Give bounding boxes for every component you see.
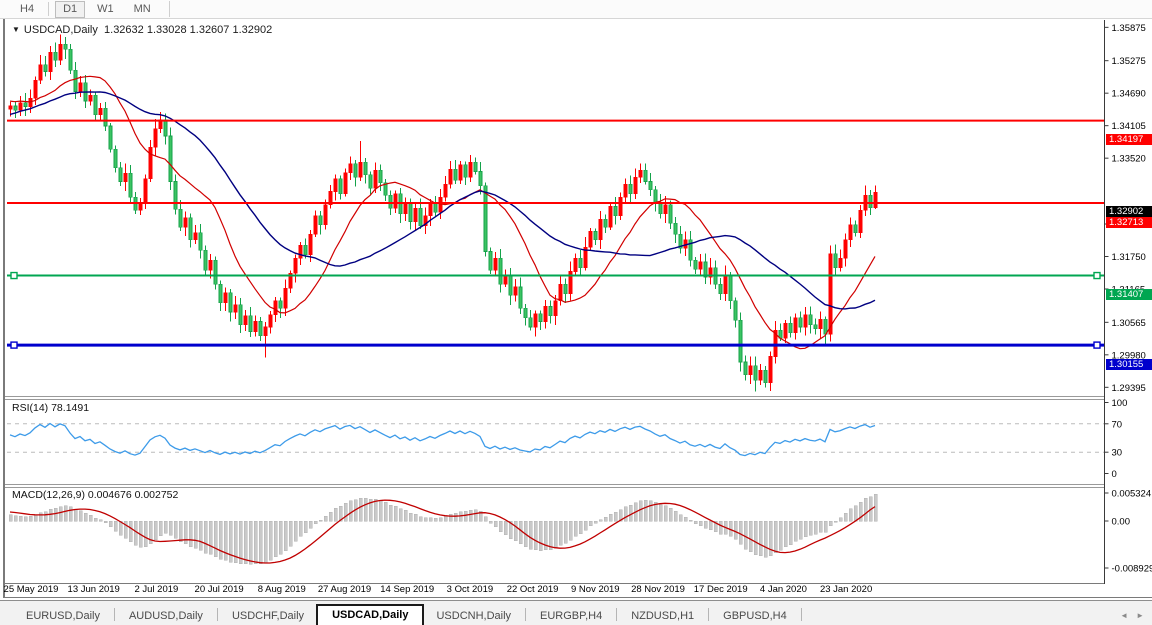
svg-text:1.35875: 1.35875 xyxy=(1112,23,1146,34)
svg-text:1.34105: 1.34105 xyxy=(1112,121,1146,132)
svg-text:1.30565: 1.30565 xyxy=(1112,318,1146,329)
svg-text:30: 30 xyxy=(1112,448,1123,459)
svg-text:8 Aug 2019: 8 Aug 2019 xyxy=(258,584,306,595)
svg-text:17 Dec 2019: 17 Dec 2019 xyxy=(694,584,748,595)
tab-usdcad-daily[interactable]: USDCAD,Daily xyxy=(316,604,424,625)
tab-separator xyxy=(525,608,526,621)
svg-text:3 Oct 2019: 3 Oct 2019 xyxy=(447,584,493,595)
svg-text:1.33520: 1.33520 xyxy=(1112,154,1146,165)
resistance-price-tag[interactable]: 1.32713 xyxy=(1106,217,1152,228)
timeframe-toolbar: H4 D1 W1 MN xyxy=(0,0,1152,19)
tab-nzdusd-h1[interactable]: NZDUSD,H1 xyxy=(619,607,706,625)
chart-title: ▼ USDCAD,Daily 1.32632 1.33028 1.32607 1.… xyxy=(12,24,272,36)
timeframe-w1-button[interactable]: W1 xyxy=(89,1,122,18)
symbol-tab-bar: EURUSD,Daily AUDUSD,Daily USDCHF,Daily U… xyxy=(0,600,1152,625)
chart-window: 1.358751.352751.346901.341051.335201.323… xyxy=(0,19,1152,599)
svg-text:-0.008929: -0.008929 xyxy=(1112,563,1152,574)
timeframe-h4-button[interactable]: H4 xyxy=(12,1,42,18)
tab-separator xyxy=(616,608,617,621)
svg-text:1.35275: 1.35275 xyxy=(1112,56,1146,67)
support-price-tag[interactable]: 1.31407 xyxy=(1106,289,1152,300)
svg-text:0: 0 xyxy=(1112,469,1117,480)
svg-text:4 Jan 2020: 4 Jan 2020 xyxy=(760,584,807,595)
timeframe-mn-button[interactable]: MN xyxy=(126,1,159,18)
timeframe-d1-button[interactable]: D1 xyxy=(55,1,85,18)
svg-text:1.29395: 1.29395 xyxy=(1112,383,1146,394)
tab-gbpusd-h4[interactable]: GBPUSD,H4 xyxy=(711,607,799,625)
tab-usdchf-daily[interactable]: USDCHF,Daily xyxy=(220,607,316,625)
chart-ohlc-values: 1.32632 1.33028 1.32607 1.32902 xyxy=(104,24,272,36)
tab-usdcnh-daily[interactable]: USDCNH,Daily xyxy=(424,607,523,625)
tabs-scroll-left-icon[interactable]: ◄ xyxy=(1120,611,1136,625)
svg-text:0.00: 0.00 xyxy=(1112,517,1131,528)
svg-text:22 Oct 2019: 22 Oct 2019 xyxy=(507,584,559,595)
svg-text:2 Jul 2019: 2 Jul 2019 xyxy=(134,584,178,595)
svg-text:70: 70 xyxy=(1112,419,1123,430)
rsi-indicator-label: RSI(14) 78.1491 xyxy=(12,402,89,414)
tab-eurusd-daily[interactable]: EURUSD,Daily xyxy=(14,607,112,625)
tab-separator xyxy=(708,608,709,621)
svg-text:13 Jun 2019: 13 Jun 2019 xyxy=(68,584,120,595)
svg-text:14 Sep 2019: 14 Sep 2019 xyxy=(380,584,434,595)
svg-text:9 Nov 2019: 9 Nov 2019 xyxy=(571,584,620,595)
toolbar-separator xyxy=(48,2,49,16)
svg-text:28 Nov 2019: 28 Nov 2019 xyxy=(631,584,685,595)
current-price-tag: 1.32902 xyxy=(1106,206,1152,217)
tab-eurgbp-h4[interactable]: EURGBP,H4 xyxy=(528,607,614,625)
chart-symbol-label: USDCAD,Daily xyxy=(24,24,98,36)
svg-text:23 Jan 2020: 23 Jan 2020 xyxy=(820,584,872,595)
tab-separator xyxy=(217,608,218,621)
svg-text:20 Jul 2019: 20 Jul 2019 xyxy=(195,584,244,595)
svg-text:100: 100 xyxy=(1112,398,1128,409)
svg-text:0.005324: 0.005324 xyxy=(1112,489,1152,500)
tab-audusd-daily[interactable]: AUDUSD,Daily xyxy=(117,607,215,625)
toolbar-separator xyxy=(169,1,170,17)
svg-text:27 Aug 2019: 27 Aug 2019 xyxy=(318,584,371,595)
svg-text:1.34690: 1.34690 xyxy=(1112,89,1146,100)
support-price-tag[interactable]: 1.30155 xyxy=(1106,359,1152,370)
tab-separator xyxy=(801,608,802,621)
chart-collapse-icon[interactable]: ▼ xyxy=(12,25,20,34)
svg-text:25 May 2019: 25 May 2019 xyxy=(4,584,59,595)
trading-terminal: { "toolbar": { "buttons": [ {"label": "H… xyxy=(0,0,1152,625)
tabs-scroll-right-icon[interactable]: ► xyxy=(1136,611,1152,625)
resistance-price-tag[interactable]: 1.34197 xyxy=(1106,134,1152,145)
chart-canvas[interactable]: 1.358751.352751.346901.341051.335201.323… xyxy=(0,19,1152,599)
svg-text:1.31750: 1.31750 xyxy=(1112,252,1146,263)
macd-indicator-label: MACD(12,26,9) 0.004676 0.002752 xyxy=(12,489,178,501)
tab-separator xyxy=(114,608,115,621)
